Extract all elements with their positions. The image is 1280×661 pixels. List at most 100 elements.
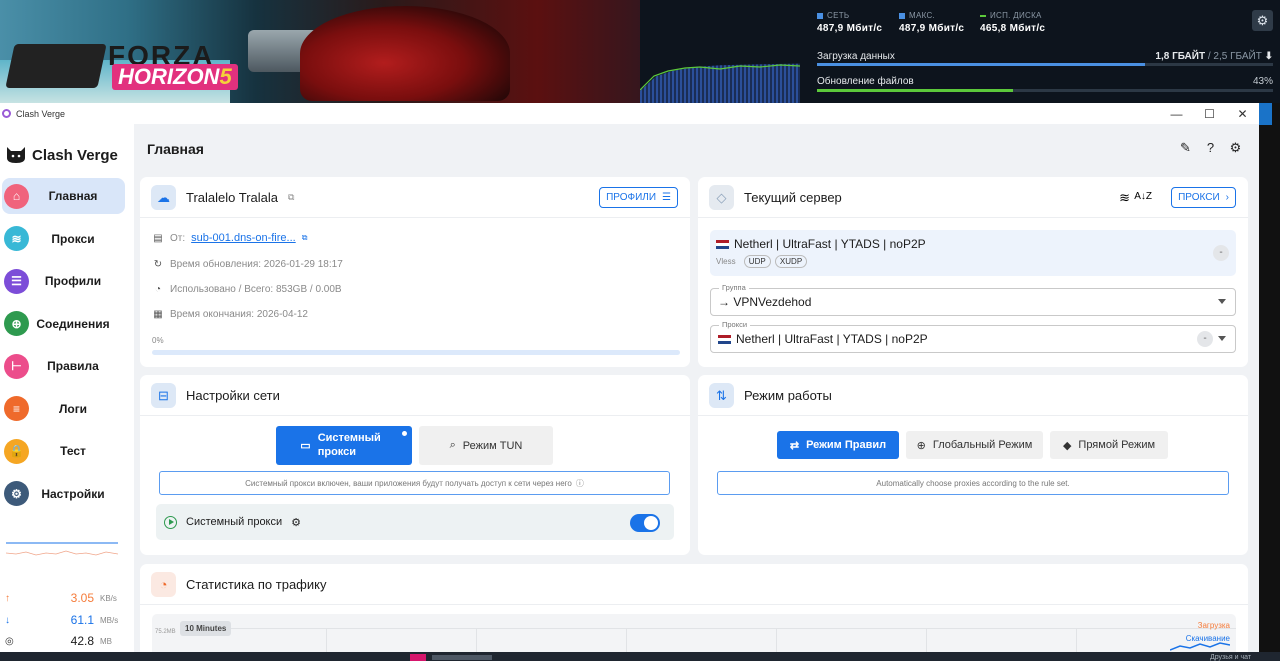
profiles-button[interactable]: ПРОФИЛИ ☰ xyxy=(599,187,678,208)
profile-source: ▤ От: sub-001.dns-on-fire... ⧉ xyxy=(153,232,308,244)
tun-mode-button[interactable]: ⌕ Режим TUN xyxy=(419,426,553,465)
group-select[interactable]: Группа → VPNVezdehod xyxy=(710,283,1236,316)
sidebar-item-label: Прокси xyxy=(51,231,95,246)
sidebar-item-label: Соединения xyxy=(36,316,110,331)
feedback-icon[interactable]: ✎ xyxy=(1178,140,1193,155)
window-title: Clash Verge xyxy=(16,108,66,119)
steam-settings-icon[interactable]: ⚙ xyxy=(1252,10,1273,31)
sort-az-icon[interactable]: A↓Z xyxy=(1134,191,1152,202)
cat-logo-icon xyxy=(7,147,25,163)
external-link-icon[interactable]: ⧉ xyxy=(288,192,294,203)
help-icon[interactable]: ? xyxy=(1203,140,1218,155)
tag-xudp: XUDP xyxy=(774,255,808,268)
mode-card-title: Режим работы xyxy=(744,388,832,403)
network-settings-icon: ⊟ xyxy=(151,383,176,408)
wifi-icon: ≋ xyxy=(4,226,29,251)
signal-icon: ◇ xyxy=(709,185,734,210)
sidebar-item-wifi[interactable]: ≋ Прокси xyxy=(2,221,125,257)
sidebar-item-settings[interactable]: ⚙ Настройки xyxy=(2,476,125,512)
taskbar: Друзья и чат xyxy=(0,652,1280,661)
download-line xyxy=(1170,642,1230,651)
active-dot-icon xyxy=(402,431,407,436)
download-speed: ↓ 61.1 MB/s xyxy=(5,613,119,627)
home-icon: ⌂ xyxy=(4,183,29,209)
close-button[interactable]: ✕ xyxy=(1226,107,1259,121)
window-titlebar: Clash Verge — ☐ ✕ xyxy=(0,103,1259,124)
disk-color-icon xyxy=(980,14,986,17)
proxy-select[interactable]: Прокси Netherl | UltraFast | YTADS | noP… xyxy=(710,320,1236,353)
current-server-box[interactable]: Netherl | UltraFast | YTADS | noP2P Vles… xyxy=(710,230,1236,276)
mode-description: Automatically choose proxies according t… xyxy=(717,471,1229,495)
sidebar-item-label: Правила xyxy=(47,359,99,373)
sidebar-item-label: Тест xyxy=(60,444,86,458)
traffic-card: ◔ Статистика по трафику 75.2MB 10 Minute… xyxy=(140,564,1248,652)
rule-mode-button[interactable]: ⇄ Режим Правил xyxy=(777,431,899,459)
main-content: Главная ✎ ? ⚙ ☁ Tralalelo Tralala ⧉ ПРОФ… xyxy=(134,124,1259,652)
logs-icon: ≡ xyxy=(4,396,29,421)
system-proxy-row: Системный прокси ⚙ xyxy=(156,504,674,540)
brand: Clash Verge xyxy=(0,124,134,171)
download-row: Загрузка данных 1,8 ГБАЙТ / 2,5 ГБАЙТ ⬇ xyxy=(817,51,1273,62)
profile-expire: ▦ Время окончания: 2026-04-12 xyxy=(153,309,308,320)
server-name: Netherl | UltraFast | YTADS | noP2P xyxy=(734,237,926,251)
disk-usage-line xyxy=(640,64,800,91)
server-card-title: Текущий сервер xyxy=(744,190,842,205)
list-icon: ☰ xyxy=(662,192,671,203)
chevron-down-icon xyxy=(1218,299,1226,304)
minimize-button[interactable]: — xyxy=(1160,107,1193,121)
sidebar-item-logs[interactable]: ≡ Логи xyxy=(2,391,125,427)
brand-name: Clash Verge xyxy=(32,146,118,164)
refresh-icon: ↻ xyxy=(153,259,163,270)
external-link-icon[interactable]: ⧉ xyxy=(302,233,308,243)
friends-chat-label[interactable]: Друзья и чат xyxy=(1210,654,1251,661)
settings-icon[interactable]: ⚙ xyxy=(1228,140,1243,155)
taskbar-item[interactable] xyxy=(432,655,492,660)
global-mode-button[interactable]: ⊕ Глобальный Режим xyxy=(906,431,1043,459)
sidebar-item-label: Главная xyxy=(48,189,98,203)
chevron-down-icon xyxy=(1218,336,1226,341)
maximize-button[interactable]: ☐ xyxy=(1193,107,1226,121)
y-axis-tick: 75.2MB xyxy=(155,629,176,635)
sidebar: Clash Verge ⌂ Главная ≋ Прокси ☰ Профили ⊕ Соед… xyxy=(0,124,134,652)
netherlands-flag-icon xyxy=(716,240,729,249)
taskbar-app-icon[interactable] xyxy=(410,654,426,661)
network-card: ⊟ Настройки сети ▭ Системный прокси ⌕ Реж… xyxy=(140,375,690,555)
usage-progress-bar xyxy=(152,350,680,355)
sidebar-item-rules[interactable]: ⊢ Правила xyxy=(2,348,125,384)
game-logo-bottom: HORIZON5 xyxy=(112,64,238,90)
proxies-button[interactable]: ПРОКСИ › xyxy=(1171,187,1236,208)
system-proxy-label: Системный прокси xyxy=(186,516,283,528)
traffic-sparkline xyxy=(6,542,118,556)
time-range-button[interactable]: 10 Minutes xyxy=(180,621,232,636)
network-color-icon xyxy=(817,12,823,19)
system-proxy-button[interactable]: ▭ Системный прокси xyxy=(276,426,412,465)
legend-upload: Загрузка xyxy=(1197,621,1230,630)
sidebar-item-profiles[interactable]: ☰ Профили xyxy=(2,263,125,299)
cloud-upload-icon: ☁ xyxy=(151,185,176,210)
tag-udp: UDP xyxy=(743,255,771,268)
server-icon: ▤ xyxy=(153,232,163,244)
shuffle-icon: ⇄ xyxy=(789,439,800,452)
sidebar-item-label: Профили xyxy=(44,274,102,288)
sidebar-item-globe[interactable]: ⊕ Соединения xyxy=(2,306,125,342)
settings-icon: ⚙ xyxy=(4,481,29,506)
network-card-title: Настройки сети xyxy=(186,388,280,403)
sidebar-item-lock[interactable]: 🔒 Тест xyxy=(2,433,125,469)
rules-icon: ⊢ xyxy=(4,353,29,379)
sidebar-item-home[interactable]: ⌂ Главная xyxy=(2,178,125,214)
proxy-latency-badge[interactable]: - xyxy=(1197,331,1213,347)
netherlands-flag-icon xyxy=(718,334,731,344)
latency-badge[interactable]: - xyxy=(1213,245,1229,261)
sidebar-item-label: Настройки xyxy=(41,486,105,501)
direct-mode-button[interactable]: ◆ Прямой Режим xyxy=(1050,431,1168,459)
system-proxy-toggle[interactable] xyxy=(630,514,660,532)
direction-icon: ◆ xyxy=(1062,439,1072,452)
header-actions: ✎ ? ⚙ xyxy=(1178,140,1243,155)
speedometer-icon: ◔ xyxy=(154,284,162,295)
wifi-icon[interactable]: ≋ xyxy=(1119,190,1130,206)
stat-disk: ИСП. ДИСКА 465,8 Мбит/с xyxy=(980,11,1046,34)
profile-source-link[interactable]: sub-001.dns-on-fire... xyxy=(191,232,296,244)
gear-icon[interactable]: ⚙ xyxy=(291,516,301,529)
app-icon xyxy=(2,109,11,118)
stat-network: СЕТЬ 487,9 Мбит/с xyxy=(817,11,883,34)
